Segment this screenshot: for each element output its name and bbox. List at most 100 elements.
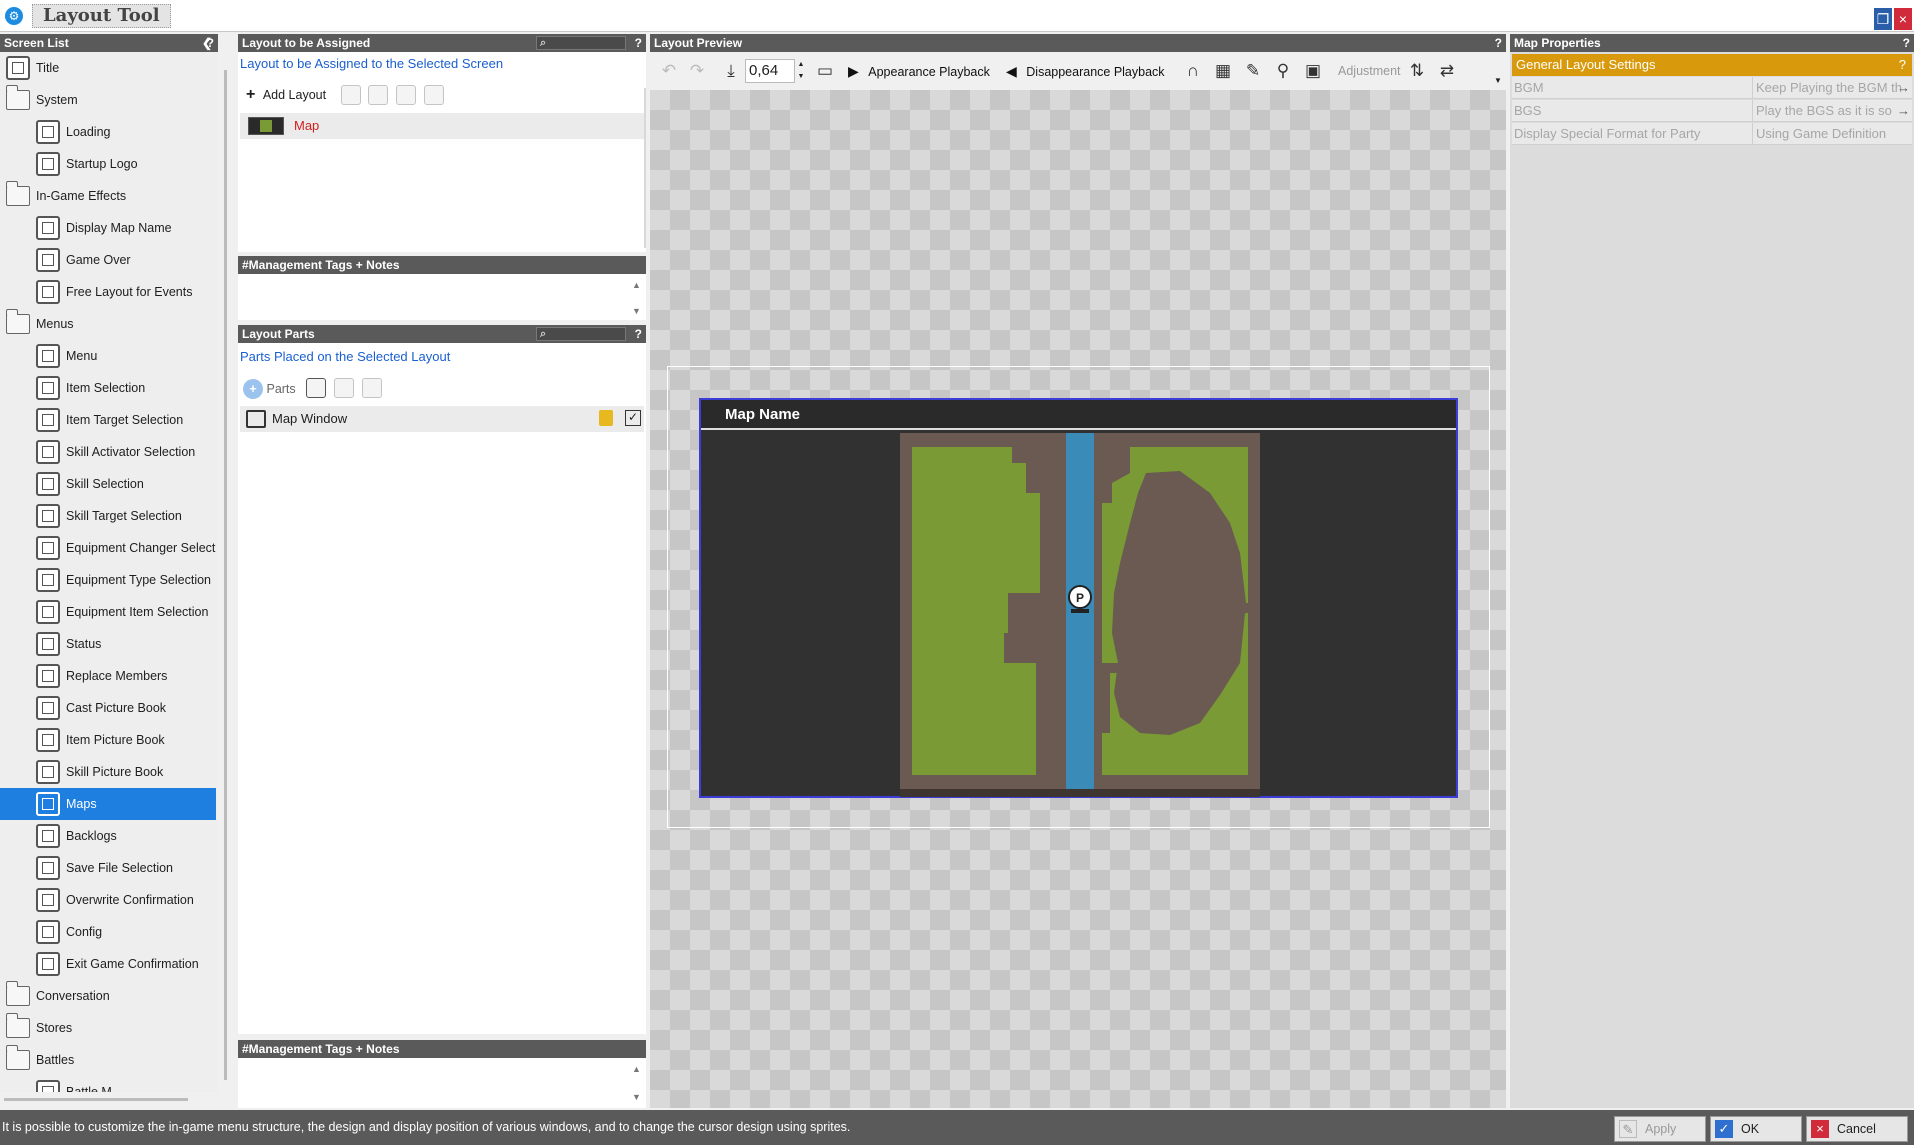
screen-list-item[interactable]: Title bbox=[0, 52, 216, 84]
screen-list-item[interactable]: Cast Picture Book bbox=[0, 692, 216, 724]
cancel-button[interactable]: × Cancel bbox=[1806, 1116, 1908, 1142]
close-window-icon[interactable]: × bbox=[1894, 8, 1912, 30]
map-window-part[interactable]: Map Name P bbox=[699, 398, 1458, 798]
screen-list-item[interactable]: Skill Selection bbox=[0, 468, 216, 500]
screen-list-folder[interactable]: In-Game Effects bbox=[0, 180, 216, 212]
screen-list-scrollbar[interactable] bbox=[224, 70, 227, 1080]
redo-icon[interactable]: ↷ bbox=[686, 60, 708, 82]
delete-parts-icon[interactable] bbox=[362, 378, 382, 398]
help-icon[interactable]: ? bbox=[207, 34, 214, 52]
disappearance-playback-button[interactable]: ◀ Disappearance Playback bbox=[1006, 56, 1165, 86]
layout-frame-icon[interactable]: ▣ bbox=[1302, 60, 1324, 82]
screen-list-item[interactable]: Exit Game Confirmation bbox=[0, 948, 216, 980]
eyedropper-icon[interactable]: ✎ bbox=[1242, 60, 1264, 82]
screen-list-folder[interactable]: System bbox=[0, 84, 216, 116]
screen-list-item[interactable]: Backlogs bbox=[0, 820, 216, 852]
screen-list-item[interactable]: Equipment Changer Selecti bbox=[0, 532, 216, 564]
layout-item-map[interactable]: Map bbox=[240, 113, 644, 139]
parts-item-map-window[interactable]: Map Window ✓ bbox=[240, 406, 644, 432]
help-icon[interactable]: ? bbox=[1903, 34, 1910, 52]
screen-list-item[interactable]: Item Selection bbox=[0, 372, 216, 404]
visible-checkbox-icon[interactable]: ✓ bbox=[625, 410, 641, 426]
screen-list-item[interactable]: Startup Logo bbox=[0, 148, 216, 180]
screen-list-item[interactable]: Equipment Item Selection bbox=[0, 596, 216, 628]
layout-search-input[interactable]: ⌕ bbox=[536, 36, 626, 50]
new-layout-icon[interactable] bbox=[341, 85, 361, 105]
general-layout-settings-section[interactable]: General Layout Settings ? bbox=[1512, 54, 1912, 76]
screen-icon[interactable]: ▭ bbox=[814, 60, 836, 82]
magnet-icon[interactable]: ∩ bbox=[1182, 60, 1204, 82]
add-parts-button[interactable]: + Parts bbox=[243, 377, 296, 401]
zoom-input[interactable]: 0,64 bbox=[745, 59, 795, 83]
parts-search-input[interactable]: ⌕ bbox=[536, 327, 626, 341]
screen-list-item[interactable]: Skill Target Selection bbox=[0, 500, 216, 532]
zoom-stepper[interactable]: ▲ ▼ bbox=[795, 59, 807, 83]
screen-list-folder[interactable]: Conversation bbox=[0, 980, 216, 1012]
scroll-down-icon[interactable]: ▼ bbox=[632, 1092, 641, 1102]
help-icon[interactable]: ? bbox=[635, 34, 642, 52]
fit-zoom-icon[interactable]: ⤓ bbox=[720, 60, 742, 82]
screen-list-item[interactable]: Save File Selection bbox=[0, 852, 216, 884]
screen-list-item[interactable]: Battle M... bbox=[0, 1076, 216, 1092]
property-value[interactable]: Keep Playing the BGM th bbox=[1752, 77, 1910, 99]
screen-list-item[interactable]: Overwrite Confirmation bbox=[0, 884, 216, 916]
toolbar-overflow-icon[interactable]: ▼ bbox=[1494, 76, 1502, 85]
bgm-property-row[interactable]: BGM Keep Playing the BGM th → bbox=[1512, 77, 1912, 99]
arrow-right-icon[interactable]: → bbox=[1897, 100, 1910, 122]
delete-layout-icon[interactable] bbox=[424, 85, 444, 105]
screen-list-item[interactable]: Item Picture Book bbox=[0, 724, 216, 756]
screen-list-item[interactable]: Maps bbox=[0, 788, 216, 820]
screen-icon bbox=[36, 440, 60, 464]
help-icon[interactable]: ? bbox=[1899, 54, 1906, 76]
screen-list-item[interactable]: Loading bbox=[0, 116, 216, 148]
screen-list-item[interactable]: Config bbox=[0, 916, 216, 948]
flip-vertical-icon[interactable]: ⇅ bbox=[1406, 60, 1428, 82]
screen-list-item[interactable]: Replace Members bbox=[0, 660, 216, 692]
flip-horizontal-icon[interactable]: ⇄ bbox=[1436, 60, 1458, 82]
help-icon[interactable]: ? bbox=[635, 325, 642, 343]
marker-icon[interactable]: ⚲ bbox=[1272, 60, 1294, 82]
undo-icon[interactable]: ↶ bbox=[658, 60, 680, 82]
lock-icon[interactable] bbox=[599, 410, 613, 426]
screen-list-item[interactable]: Item Target Selection bbox=[0, 404, 216, 436]
appearance-playback-button[interactable]: ▶ Appearance Playback bbox=[848, 56, 990, 86]
party-format-property-row[interactable]: Display Special Format for Party Using G… bbox=[1512, 123, 1912, 145]
screen-list-item[interactable]: Game Over bbox=[0, 244, 216, 276]
property-value[interactable]: Using Game Definition bbox=[1752, 123, 1910, 145]
scroll-up-icon[interactable]: ▲ bbox=[632, 280, 641, 290]
tags-top-header: #Management Tags + Notes bbox=[238, 256, 646, 274]
paste-parts-icon[interactable] bbox=[334, 378, 354, 398]
copy-parts-icon[interactable] bbox=[306, 378, 326, 398]
layout-assign-panel bbox=[238, 52, 646, 252]
apply-button[interactable]: ✎ Apply bbox=[1614, 1116, 1706, 1142]
help-icon[interactable]: ? bbox=[1495, 34, 1502, 52]
scroll-up-icon[interactable]: ▲ bbox=[632, 1064, 641, 1074]
screen-list-item[interactable]: Status bbox=[0, 628, 216, 660]
scroll-down-icon[interactable]: ▼ bbox=[632, 306, 641, 316]
appearance-label: Appearance Playback bbox=[868, 65, 990, 79]
tags-top-textarea[interactable] bbox=[238, 274, 646, 320]
add-layout-button[interactable]: + Add Layout bbox=[246, 83, 326, 107]
screen-list-item[interactable]: Skill Activator Selection bbox=[0, 436, 216, 468]
screen-list-item[interactable]: Skill Picture Book bbox=[0, 756, 216, 788]
tags-bottom-textarea[interactable] bbox=[238, 1058, 646, 1108]
grid-icon[interactable]: ▦ bbox=[1212, 60, 1234, 82]
screen-list-folder[interactable]: Battles bbox=[0, 1044, 216, 1076]
screen-list-folder[interactable]: Stores bbox=[0, 1012, 216, 1044]
layout-assign-title: Layout to be Assigned bbox=[242, 36, 371, 50]
screen-list-item[interactable]: Menu bbox=[0, 340, 216, 372]
arrow-right-icon[interactable]: → bbox=[1897, 77, 1910, 99]
screen-list-hscrollbar[interactable] bbox=[4, 1098, 188, 1101]
restore-window-icon[interactable]: ❐ bbox=[1874, 8, 1892, 30]
bgs-property-row[interactable]: BGS Play the BGS as it is so → bbox=[1512, 100, 1912, 122]
ok-button[interactable]: ✓ OK bbox=[1710, 1116, 1802, 1142]
screen-list-folder[interactable]: Menus bbox=[0, 308, 216, 340]
screen-list-item[interactable]: Free Layout for Events bbox=[0, 276, 216, 308]
paste-layout-icon[interactable] bbox=[396, 85, 416, 105]
disappearance-label: Disappearance Playback bbox=[1026, 65, 1165, 79]
copy-layout-icon[interactable] bbox=[368, 85, 388, 105]
screen-list-item[interactable]: Display Map Name bbox=[0, 212, 216, 244]
screen-list-item[interactable]: Equipment Type Selection bbox=[0, 564, 216, 596]
property-value[interactable]: Play the BGS as it is so bbox=[1752, 100, 1910, 122]
layout-list-scrollbar[interactable] bbox=[644, 88, 646, 248]
